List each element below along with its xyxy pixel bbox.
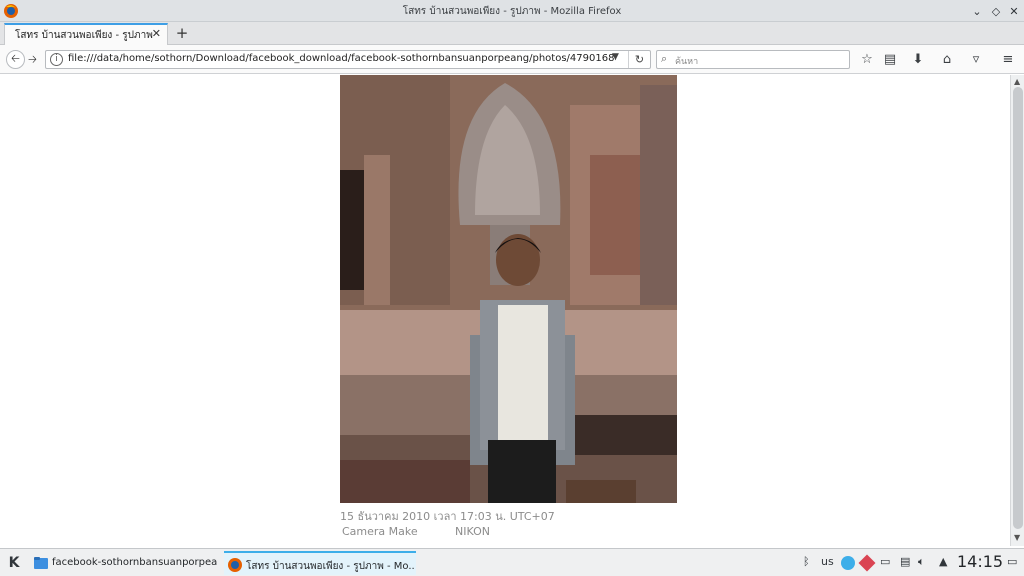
notification-icon[interactable] (858, 554, 876, 572)
tray-expand-icon[interactable]: ▲ (939, 555, 947, 568)
pocket-icon[interactable]: ▿ (968, 52, 984, 68)
tab-bar: โสทร บ้านสวนพอเพียง - รูปภาพ ✕ + (0, 22, 1024, 45)
bluetooth-icon[interactable]: ᛒ (803, 555, 810, 568)
reload-icon[interactable]: ↻ (628, 51, 650, 68)
minimize-icon[interactable]: ⌄ (969, 3, 985, 19)
chevron-down-icon[interactable]: ▼ (612, 52, 619, 62)
tab-photo[interactable]: โสทร บ้านสวนพอเพียง - รูปภาพ ✕ (4, 23, 168, 45)
clipboard-icon[interactable]: ▤ (900, 555, 910, 568)
home-icon[interactable]: ⌂ (939, 52, 955, 68)
search-icon: ⌕ (661, 52, 668, 65)
keyboard-layout[interactable]: us (821, 555, 834, 568)
scroll-down-icon[interactable]: ▼ (1014, 533, 1020, 542)
download-icon[interactable]: ⬇ (910, 52, 926, 68)
reading-list-icon[interactable]: ▤ (882, 52, 898, 68)
updates-icon[interactable] (841, 556, 855, 570)
search-input[interactable]: ค้นหา (675, 54, 698, 68)
kde-launcher-icon[interactable]: K (4, 553, 24, 573)
maximize-icon[interactable]: ◇ (988, 3, 1004, 19)
exif-value: NIKON (455, 525, 490, 538)
vertical-scrollbar[interactable]: ▲ ▼ (1010, 75, 1024, 546)
task-firefox[interactable]: โสทร บ้านสวนพอเพียง - รูปภาพ - Mo... (224, 551, 416, 575)
photo-image (340, 75, 677, 503)
url-input[interactable]: file:///data/home/sothorn/Download/faceb… (68, 53, 616, 64)
tab-close-icon[interactable]: ✕ (152, 27, 161, 40)
back-button[interactable]: 🡠 (6, 50, 25, 69)
task-label: โสทร บ้านสวนพอเพียง - รูปภาพ - Mo... (246, 561, 414, 572)
close-window-icon[interactable]: ✕ (1006, 3, 1022, 19)
task-label: facebook-sothornbansuanporpean... (52, 557, 218, 568)
page-content: 15 ธันวาคม 2010 เวลา 17:03 น. UTC+07 Cam… (0, 75, 1010, 546)
menu-icon[interactable]: ≡ (1000, 52, 1016, 68)
firefox-icon (228, 558, 242, 572)
clock[interactable]: 14:15 (957, 552, 1003, 571)
photo (340, 75, 677, 503)
navigation-toolbar: 🡠 🡢 i file:///data/home/sothorn/Download… (0, 45, 1024, 74)
window-titlebar: โสทร บ้านสวนพอเพียง - รูปภาพ - Mozilla F… (0, 0, 1024, 22)
tab-label: โสทร บ้านสวนพอเพียง - รูปภาพ (15, 30, 153, 41)
new-tab-button[interactable]: + (174, 24, 190, 42)
task-file-manager[interactable]: facebook-sothornbansuanporpean... (30, 551, 220, 575)
photo-date: 15 ธันวาคม 2010 เวลา 17:03 น. UTC+07 (340, 510, 555, 523)
bookmark-star-icon[interactable]: ☆ (859, 52, 875, 68)
volume-icon[interactable]: 🔈︎ (918, 555, 925, 569)
window-title: โสทร บ้านสวนพอเพียง - รูปภาพ - Mozilla F… (402, 6, 622, 17)
info-icon[interactable]: i (50, 53, 63, 66)
exif-label: Camera Make (342, 525, 418, 538)
taskbar: K facebook-sothornbansuanporpean... โสทร… (0, 548, 1024, 576)
scroll-thumb[interactable] (1013, 87, 1023, 529)
folder-icon (34, 557, 48, 569)
forward-button[interactable]: 🡢 (28, 51, 37, 70)
display-icon[interactable]: ▭ (880, 555, 890, 568)
url-bar[interactable]: i file:///data/home/sothorn/Download/fac… (45, 50, 651, 69)
scroll-up-icon[interactable]: ▲ (1014, 77, 1020, 86)
show-desktop-icon[interactable]: ▭ (1007, 555, 1017, 568)
search-bar[interactable]: ⌕ ค้นหา (656, 50, 850, 69)
